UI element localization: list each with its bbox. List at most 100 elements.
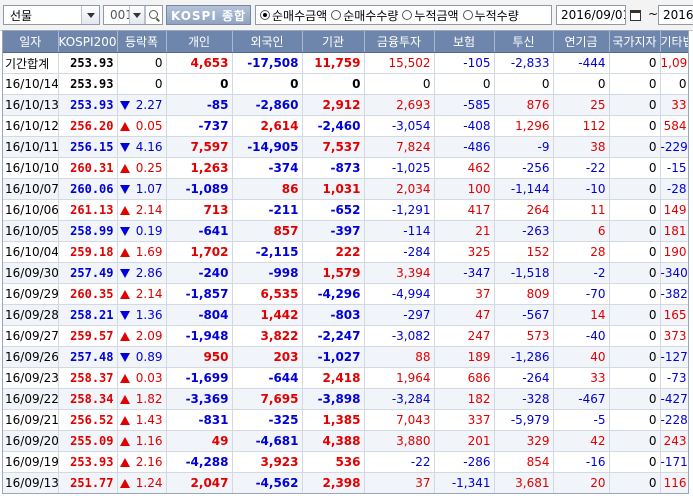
table-row[interactable]: 16/09/19 253.93 2.16 -4,288 3,923 536 -22 -286 8… [3, 451, 688, 473]
radio-net-buy-quantity[interactable]: 순매수수량 [331, 7, 398, 24]
value-cell: 182 [434, 388, 495, 410]
value-cell: -17,508 [232, 52, 303, 74]
column-header[interactable]: 연기금 [553, 31, 610, 53]
value-cell: 3,822 [232, 325, 303, 347]
search-icon[interactable] [145, 6, 162, 24]
value-cell: 0 [364, 73, 435, 95]
value-cell: -2,860 [232, 94, 303, 116]
value-cell: -263 [494, 220, 554, 242]
value-cell: 0 [609, 325, 661, 347]
code-input[interactable]: 001 [103, 5, 163, 25]
code-dropdown-icon[interactable] [129, 6, 145, 24]
table-row[interactable]: 16/09/27 259.57 2.09 -1,948 3,822 -2,247 -3,08… [3, 325, 688, 347]
value-cell: 201 [434, 430, 495, 452]
table-row[interactable]: 16/10/05 258.99 0.19 -641 857 -397 -114 21 -263 6… [3, 220, 688, 242]
table-row[interactable]: 16/10/14 253.93 0 0 0 0 0 0 0 0 0 0 [3, 73, 688, 95]
kospi200-cell: 257.49 [58, 262, 118, 284]
date-cell: 16/09/28 [3, 304, 59, 326]
column-header[interactable]: 금융투자 [364, 31, 435, 53]
value-cell: -2,115 [232, 241, 303, 263]
change-value: 0.19 [135, 224, 163, 238]
kospi200-cell: 260.06 [58, 178, 118, 200]
table-row[interactable]: 16/09/20 255.09 1.16 49 -4,681 4,388 3,880 201 3… [3, 430, 688, 452]
table-row[interactable]: 16/09/13 251.77 1.24 2,047 -4,562 2,398 37 -1,3… [3, 472, 688, 493]
start-date-input[interactable]: 2016/09/01 [556, 5, 626, 25]
end-date-input[interactable]: 2016/ [658, 5, 693, 25]
value-cell: -256 [494, 157, 554, 179]
value-cell: -1,089 [166, 178, 233, 200]
value-cell: 2,614 [232, 115, 303, 137]
value-cell: 152 [494, 241, 554, 263]
kospi200-cell: 256.52 [58, 409, 118, 431]
table-row[interactable]: 16/10/11 256.15 4.16 7,597 -14,905 7,537 7,824… [3, 136, 688, 158]
change-value: 0.25 [135, 161, 163, 175]
calendar-icon[interactable] [626, 5, 644, 25]
value-cell: 462 [434, 157, 495, 179]
radio-cumulative-amount[interactable]: 누적금액 [402, 7, 459, 24]
value-cell: 2,693 [364, 94, 435, 116]
value-cell: -15 [660, 157, 688, 179]
summary-row[interactable]: 기간합계 253.93 0 4,653 -17,508 11,759 15,502 -105-… [3, 52, 688, 74]
radio-label: 순매수금액 [272, 8, 328, 23]
value-cell: 1,096 [660, 52, 688, 74]
investor-trend-table[interactable]: 일자KOSPI200등락폭개인외국인기관금융투자보험투신연기금국가지자기타법인 … [2, 30, 689, 494]
column-header[interactable]: 기관 [302, 31, 365, 53]
radio-net-buy-amount[interactable]: 순매수금액 [260, 7, 327, 24]
value-cell: 33 [660, 94, 688, 116]
value-cell: -1,286 [494, 346, 554, 368]
table-row[interactable]: 16/10/06 261.13 2.14 713 -211 -652 -1,291 417 26… [3, 199, 688, 221]
radio-unselected-icon [331, 10, 342, 20]
column-header[interactable]: 국가지자 [609, 31, 661, 53]
value-cell: 7,695 [232, 388, 303, 410]
value-cell: 6 [553, 220, 610, 242]
kospi200-cell: 253.93 [58, 52, 118, 74]
table-row[interactable]: 16/09/30 257.49 2.86 -240 -998 1,579 3,394 -347… [3, 262, 688, 284]
value-cell: 584 [660, 115, 688, 137]
value-cell: 0 [609, 136, 661, 158]
value-cell: 0 [609, 262, 661, 284]
column-header[interactable]: 기타법인 [660, 31, 688, 53]
column-header[interactable]: KOSPI200 [58, 31, 118, 53]
value-cell: 337 [434, 409, 495, 431]
value-cell: -286 [434, 451, 495, 473]
table-row[interactable]: 16/09/29 260.35 2.14 -1,857 6,535 -4,296 -4,99… [3, 283, 688, 305]
table-row[interactable]: 16/09/12250.536.782,837-3,4423472,151-88… [3, 494, 689, 495]
column-header[interactable]: 외국인 [232, 31, 303, 53]
kospi200-cell: 258.34 [58, 388, 118, 410]
change-cell: 1.16 [117, 430, 167, 452]
market-select[interactable]: 선물 [3, 5, 100, 25]
column-header[interactable]: 일자 [3, 31, 59, 53]
value-cell: -171 [660, 451, 688, 473]
value-cell: -70 [553, 283, 610, 305]
kospi200-cell: 258.99 [58, 220, 118, 242]
value-cell: 243 [660, 430, 688, 452]
table-row[interactable]: 16/09/26 257.48 0.89 950 203 -1,027 88 189 -1,28… [3, 346, 688, 368]
value-cell: 1,385 [302, 409, 365, 431]
value-cell: 116 [660, 472, 688, 493]
value-cell: 2,912 [302, 94, 365, 116]
value-cell: -114 [364, 220, 435, 242]
table-row[interactable]: 16/09/28 258.21 1.36 -804 1,442 -803 -297 47 -56… [3, 304, 688, 326]
table-row[interactable]: 16/09/23 258.37 0.03 -1,699 -644 2,418 1,964 68… [3, 367, 688, 389]
chevron-down-icon[interactable] [81, 6, 99, 24]
value-cell: -1,948 [166, 325, 233, 347]
column-header[interactable]: 보험 [434, 31, 495, 53]
table-row[interactable]: 16/09/21 256.52 1.43 -831 -325 1,385 7,043 337-… [3, 409, 688, 431]
table-row[interactable]: 16/10/04 259.18 1.69 1,702 -2,115 222 -284 325 1… [3, 241, 688, 263]
table-row[interactable]: 16/10/13 253.93 2.27 -85 -2,860 2,912 2,693 -58… [3, 94, 688, 116]
table-row[interactable]: 16/10/12 256.20 0.05 -737 2,614 -2,460 -3,054-… [3, 115, 688, 137]
index-button[interactable]: KOSPI 종합 [166, 5, 251, 25]
value-cell: -905 [494, 494, 553, 495]
value-cell: -105 [434, 52, 495, 74]
table-row[interactable]: 16/09/22 258.34 1.82 -3,369 7,695 -3,898 -3,28… [3, 388, 688, 410]
radio-cumulative-quantity[interactable]: 누적수량 [462, 7, 519, 24]
down-arrow-icon [119, 352, 130, 362]
column-header[interactable]: 등락폭 [117, 31, 167, 53]
table-row[interactable]: 16/10/07 260.06 1.07 -1,089 86 1,031 2,034 100-… [3, 178, 688, 200]
column-header[interactable]: 투신 [494, 31, 554, 53]
value-cell: 203 [232, 346, 303, 368]
kospi200-cell: 253.93 [58, 73, 118, 95]
column-header[interactable]: 개인 [166, 31, 233, 53]
change-value: 1.16 [135, 434, 163, 448]
table-row[interactable]: 16/10/10 260.31 0.25 1,263 -374 -873 -1,025 462… [3, 157, 688, 179]
